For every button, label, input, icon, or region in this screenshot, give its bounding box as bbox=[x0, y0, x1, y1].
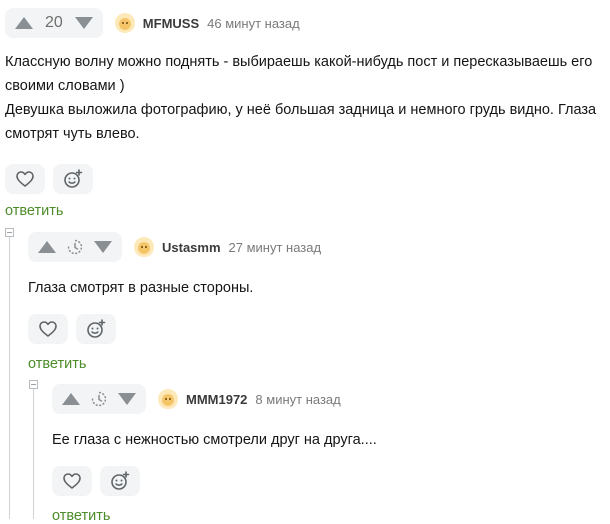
reply-link[interactable]: ответить bbox=[28, 356, 321, 372]
upvote-icon[interactable] bbox=[15, 16, 33, 30]
pending-rating-icon bbox=[66, 238, 84, 256]
comment-line: своими словами ) bbox=[5, 78, 125, 94]
add-emoji-icon bbox=[87, 319, 106, 338]
avatar[interactable] bbox=[114, 13, 135, 33]
comment-line: Ее глаза с нежностью смотрели друг на др… bbox=[52, 432, 377, 448]
comment-time[interactable]: 46 минут назад bbox=[207, 16, 300, 31]
comment-author[interactable]: MFMUSS bbox=[143, 16, 199, 31]
comment-actions bbox=[28, 314, 321, 344]
upvote-icon[interactable] bbox=[62, 392, 80, 406]
reaction-button[interactable] bbox=[53, 164, 93, 194]
comment-line: Глаза смотрят в разные стороны. bbox=[28, 280, 254, 296]
comment-header: MMM1972 8 минут назад bbox=[52, 384, 377, 414]
avatar[interactable] bbox=[134, 237, 154, 257]
downvote-icon[interactable] bbox=[74, 16, 93, 30]
comment-3: MMM1972 8 минут назад Ее глаза с нежност… bbox=[52, 384, 377, 524]
rating-count: 20 bbox=[45, 14, 63, 31]
reaction-button[interactable] bbox=[76, 314, 116, 344]
thread-line bbox=[9, 237, 10, 519]
upvote-icon[interactable] bbox=[38, 240, 56, 254]
avatar[interactable] bbox=[158, 389, 178, 409]
comment-author[interactable]: MMM1972 bbox=[186, 392, 247, 407]
vote-widget: 20 bbox=[5, 8, 103, 38]
downvote-icon[interactable] bbox=[94, 240, 112, 254]
heart-icon bbox=[63, 473, 81, 489]
comment-actions bbox=[5, 164, 605, 194]
comment-body: Ее глаза с нежностью смотрели друг на др… bbox=[52, 428, 377, 452]
reaction-button[interactable] bbox=[100, 466, 140, 496]
reply-link[interactable]: ответить bbox=[52, 508, 377, 524]
add-emoji-icon bbox=[111, 471, 130, 490]
reply-link[interactable]: ответить bbox=[5, 203, 605, 219]
add-emoji-icon bbox=[64, 169, 83, 188]
pending-rating-icon bbox=[90, 390, 108, 408]
vote-widget bbox=[52, 384, 146, 414]
like-button[interactable] bbox=[5, 164, 45, 194]
comment-body: Классную волну можно поднять - выбираешь… bbox=[5, 50, 605, 146]
like-button[interactable] bbox=[28, 314, 68, 344]
comment-body: Глаза смотрят в разные стороны. bbox=[28, 276, 321, 300]
comment-line: смотрят чуть влево. bbox=[5, 126, 140, 142]
like-button[interactable] bbox=[52, 466, 92, 496]
comment-line: Девушка выложила фотографию, у неё больш… bbox=[5, 102, 597, 118]
comment-header: Ustasmm 27 минут назад bbox=[28, 232, 321, 262]
collapse-thread-button[interactable] bbox=[5, 228, 14, 237]
thread-line bbox=[33, 389, 34, 519]
collapse-thread-button[interactable] bbox=[29, 380, 38, 389]
comment-2: Ustasmm 27 минут назад Глаза смотрят в р… bbox=[28, 232, 321, 372]
downvote-icon[interactable] bbox=[118, 392, 136, 406]
heart-icon bbox=[39, 321, 57, 337]
vote-widget bbox=[28, 232, 122, 262]
comment-header: 20 MFMUSS 46 минут назад bbox=[5, 8, 605, 38]
comment-time[interactable]: 8 минут назад bbox=[255, 392, 340, 407]
comment-author[interactable]: Ustasmm bbox=[162, 240, 221, 255]
comment-time[interactable]: 27 минут назад bbox=[229, 240, 322, 255]
comment-1: 20 MFMUSS 46 минут назад Классную волну … bbox=[5, 8, 605, 219]
heart-icon bbox=[16, 171, 34, 187]
comment-actions bbox=[52, 466, 377, 496]
comment-line: Классную волну можно поднять - выбираешь… bbox=[5, 54, 593, 70]
